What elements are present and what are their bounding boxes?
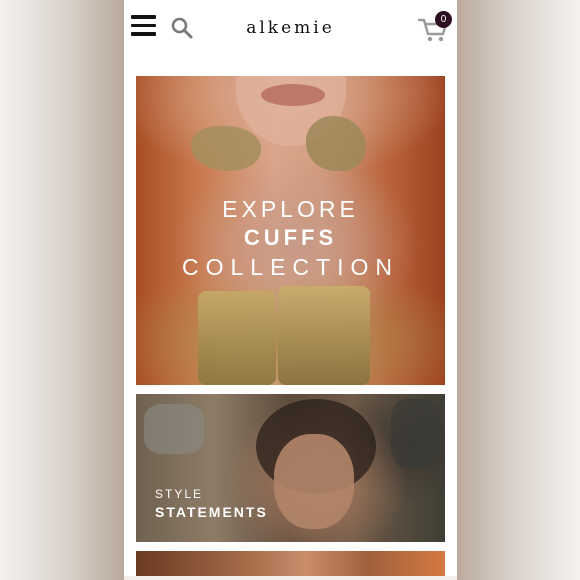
- banner-photo-lips: [261, 84, 325, 106]
- banner-photo-cuff-left: [198, 291, 276, 385]
- background-left: [0, 0, 124, 580]
- header: alkemie 0: [124, 0, 457, 60]
- cart-count-badge: 0: [435, 11, 452, 28]
- banner-photo-ring-right: [306, 116, 366, 171]
- bottom-edge: [124, 576, 457, 580]
- cuffs-collection-banner[interactable]: EXPLORE CUFFS COLLECTION: [136, 76, 445, 385]
- banner-title-line2: CUFFS: [243, 225, 338, 250]
- banner-title-line1: EXPLORE: [222, 196, 359, 222]
- banner-photo-ring-left: [191, 126, 261, 171]
- banner-photo-bracelets-right: [391, 399, 441, 469]
- style-statements-banner[interactable]: STYLE STATEMENTS: [136, 394, 445, 542]
- background-right: [456, 0, 580, 580]
- phone-screen: alkemie 0 EXPLORE CUFFS COLLECTION STYLE…: [124, 0, 457, 580]
- banner-subtitle: STYLE: [155, 487, 204, 501]
- banner-title-line3: COLLECTION: [182, 254, 399, 280]
- banner-photo-cuff-right: [278, 286, 370, 385]
- banner-title: STATEMENTS: [155, 504, 268, 520]
- banner-photo-bracelets-left: [144, 404, 204, 454]
- banner-photo-face: [274, 434, 354, 529]
- brand-logo[interactable]: alkemie: [124, 18, 457, 38]
